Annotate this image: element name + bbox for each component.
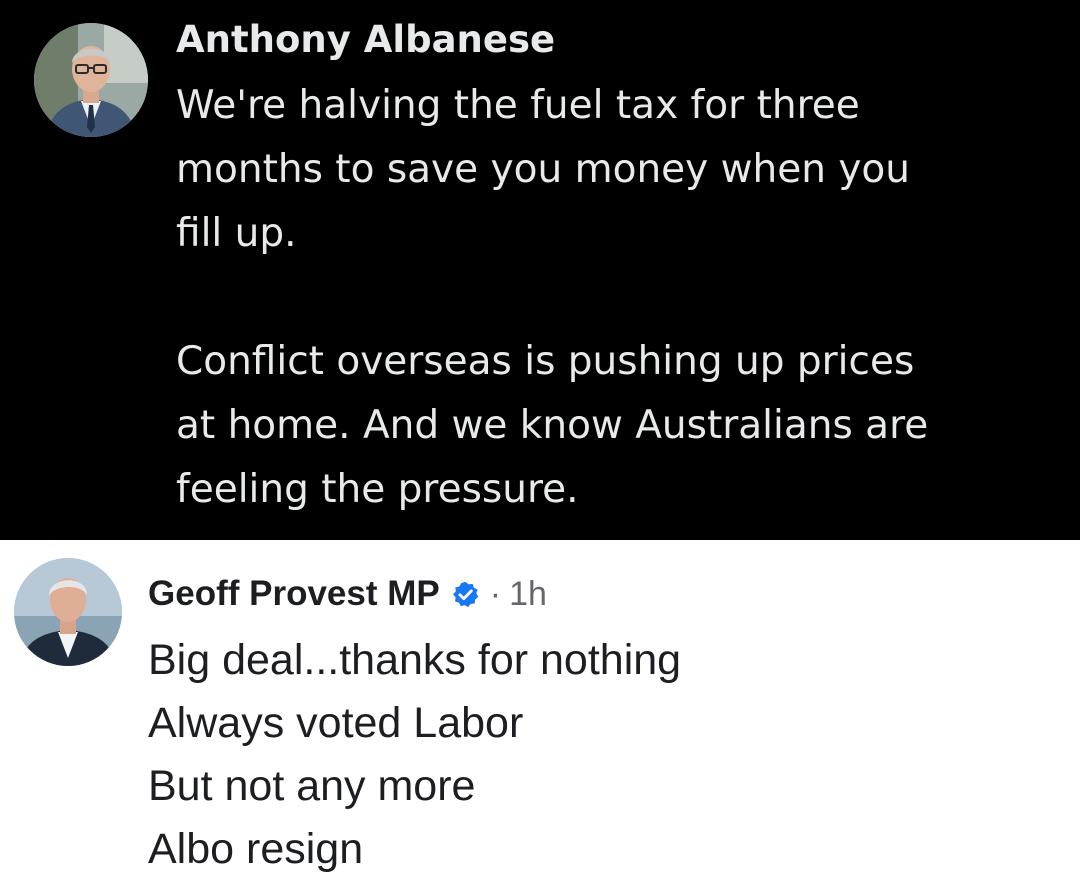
profile-photo-icon [34, 23, 148, 137]
avatar[interactable] [14, 558, 122, 666]
profile-photo-icon [14, 558, 122, 666]
comment-text: Big deal...thanks for nothing Always vot… [148, 629, 681, 881]
commenter-name[interactable]: Geoff Provest MP [148, 574, 440, 614]
avatar[interactable] [34, 23, 148, 137]
post-line: months to save you money when you [176, 147, 911, 192]
post-paragraph-2: Conflict overseas is pushing up prices a… [176, 330, 1056, 522]
comment-header: Geoff Provest MP · 1h [148, 571, 547, 617]
comment-line: But not any more [148, 762, 476, 810]
post-paragraph-1: We're halving the fuel tax for three mon… [176, 74, 1056, 266]
separator-dot: · [489, 574, 502, 613]
post-line: We're halving the fuel tax for three [176, 83, 860, 128]
post-line: Conflict overseas is pushing up prices [176, 339, 915, 384]
comment-line: Albo resign [148, 825, 364, 873]
post-line: fill up. [176, 211, 297, 256]
verified-badge-icon [451, 580, 480, 609]
original-post: Anthony Albanese We're halving the fuel … [0, 0, 1080, 540]
comment-line: Always voted Labor [148, 699, 524, 747]
post-author-name[interactable]: Anthony Albanese [176, 16, 555, 64]
post-line: feeling the pressure. [176, 467, 579, 512]
post-text: We're halving the fuel tax for three mon… [176, 74, 1056, 522]
comment-timestamp[interactable]: 1h [509, 575, 547, 614]
reply-comment: Geoff Provest MP · 1h Big deal...thanks … [0, 540, 1080, 881]
comment-line: Big deal...thanks for nothing [148, 636, 682, 684]
post-line: at home. And we know Australians are [176, 403, 929, 448]
